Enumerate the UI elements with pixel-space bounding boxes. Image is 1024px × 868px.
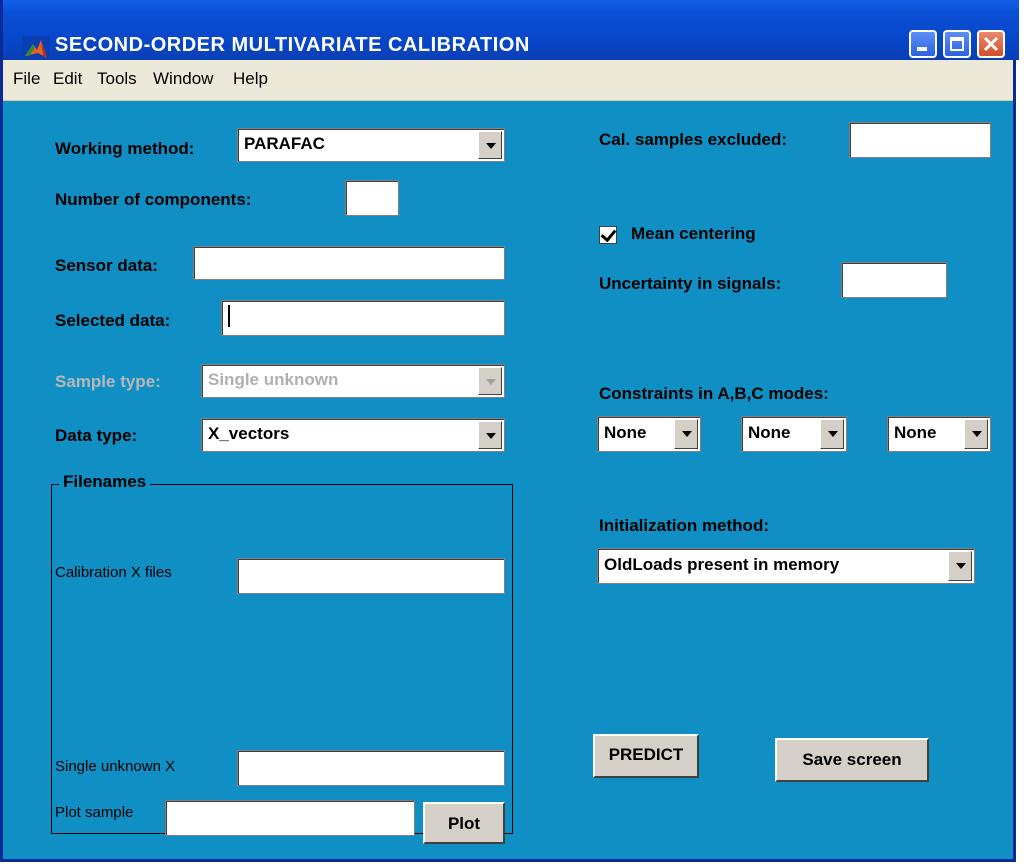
mean-centering-label: Mean centering [631, 224, 756, 243]
client-area: Working method: PARAFAC Number of compon… [3, 100, 1013, 862]
sensor-data-label: Sensor data: [55, 256, 158, 275]
checkmark-icon [600, 225, 617, 243]
single-unknown-input[interactable] [237, 750, 505, 786]
sensor-data-input[interactable] [193, 246, 505, 280]
cal-excluded-field[interactable] [856, 123, 984, 157]
chevron-down-icon[interactable] [964, 419, 988, 449]
init-method-label: Initialization method: [599, 516, 769, 535]
save-screen-button[interactable]: Save screen [775, 738, 929, 782]
constraint-c-dropdown[interactable]: None [887, 416, 991, 452]
chevron-down-icon[interactable] [478, 131, 502, 159]
constraint-b-dropdown[interactable]: None [741, 416, 847, 452]
constraints-label: Constraints in A,B,C modes: [599, 384, 829, 403]
maximize-button[interactable] [943, 30, 971, 58]
minimize-icon [917, 47, 927, 51]
sample-type-label: Sample type: [55, 372, 161, 391]
chevron-down-icon[interactable] [674, 419, 698, 449]
selected-data-input[interactable] [221, 300, 505, 336]
plot-button[interactable]: Plot [423, 802, 505, 844]
calibration-files-input[interactable] [237, 558, 505, 594]
mean-centering-checkbox[interactable] [599, 225, 617, 244]
cal-excluded-input[interactable] [849, 122, 991, 158]
num-components-field[interactable] [352, 181, 392, 215]
num-components-input[interactable] [345, 180, 399, 216]
predict-button-label: PREDICT [608, 745, 684, 764]
sample-type-dropdown: Single unknown [201, 364, 505, 398]
app-window: SECOND-ORDER MULTIVARIATE CALIBRATION Fi… [0, 0, 1019, 862]
calibration-files-field[interactable] [244, 559, 498, 593]
chevron-down-icon [478, 367, 502, 395]
window-title: SECOND-ORDER MULTIVARIATE CALIBRATION [55, 34, 530, 56]
close-button[interactable] [977, 30, 1005, 58]
data-type-value: X_vectors [208, 424, 290, 443]
menu-file[interactable]: File [13, 69, 40, 89]
menu-bar: File Edit Tools Window Help [3, 60, 1013, 101]
cal-excluded-label: Cal. samples excluded: [599, 130, 788, 149]
working-method-label: Working method: [55, 139, 195, 158]
plot-sample-field[interactable] [172, 801, 408, 835]
close-icon [983, 36, 999, 52]
save-screen-button-label: Save screen [802, 750, 902, 769]
plot-button-label: Plot [447, 814, 481, 833]
working-method-value: PARAFAC [244, 134, 325, 153]
constraint-a-dropdown[interactable]: None [597, 416, 701, 452]
menu-tools[interactable]: Tools [97, 69, 137, 89]
init-method-value: OldLoads present in memory [604, 555, 840, 574]
chevron-down-icon[interactable] [948, 551, 972, 581]
constraint-a-value: None [604, 423, 647, 442]
working-method-dropdown[interactable]: PARAFAC [237, 128, 505, 162]
plot-sample-label: Plot sample [55, 804, 134, 821]
minimize-button[interactable] [909, 30, 937, 58]
single-unknown-field[interactable] [244, 751, 498, 785]
matlab-logo-icon [23, 36, 49, 62]
maximize-icon [950, 37, 964, 51]
uncertainty-input[interactable] [841, 262, 947, 298]
selected-data-field[interactable] [228, 301, 498, 335]
chevron-down-icon[interactable] [820, 419, 844, 449]
plot-sample-input[interactable] [165, 800, 415, 836]
data-type-dropdown[interactable]: X_vectors [201, 418, 505, 452]
menu-help[interactable]: Help [233, 69, 268, 89]
calibration-files-label: Calibration X files [55, 564, 172, 581]
selected-data-label: Selected data: [55, 311, 171, 330]
sensor-data-field[interactable] [200, 247, 498, 279]
data-type-label: Data type: [55, 426, 138, 445]
title-bar[interactable]: SECOND-ORDER MULTIVARIATE CALIBRATION [3, 0, 1019, 62]
init-method-dropdown[interactable]: OldLoads present in memory [597, 548, 975, 584]
constraint-c-value: None [894, 423, 937, 442]
num-components-label: Number of components: [55, 190, 252, 209]
predict-button[interactable]: PREDICT [593, 734, 699, 778]
text-cursor [228, 305, 230, 327]
menu-edit[interactable]: Edit [53, 69, 82, 89]
menu-window[interactable]: Window [153, 69, 213, 89]
chevron-down-icon[interactable] [478, 421, 502, 449]
single-unknown-label: Single unknown X [55, 758, 176, 775]
uncertainty-label: Uncertainty in signals: [599, 274, 782, 293]
uncertainty-field[interactable] [848, 263, 940, 297]
sample-type-value: Single unknown [208, 370, 339, 389]
constraint-b-value: None [748, 423, 791, 442]
filenames-title: Filenames [59, 472, 151, 492]
